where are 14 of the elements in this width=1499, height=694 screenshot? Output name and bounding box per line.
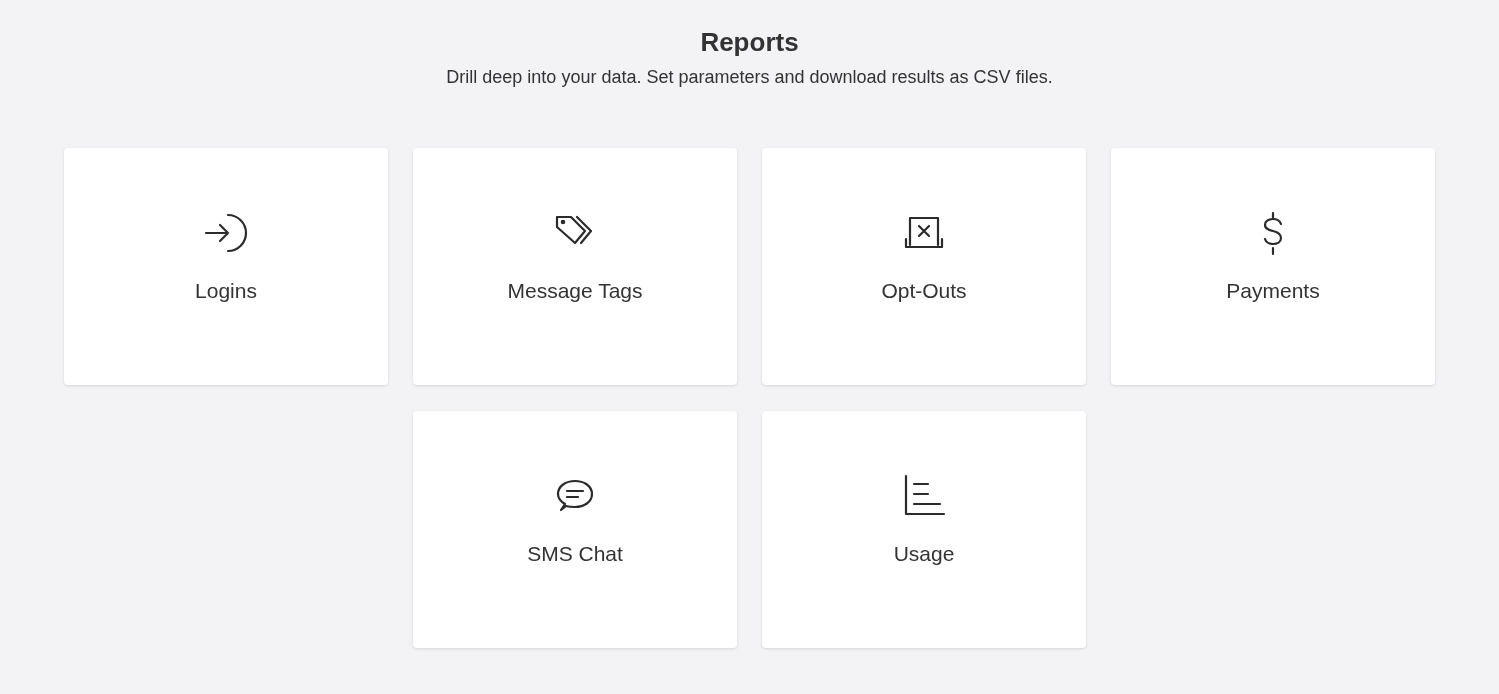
report-card[interactable]: Opt-Outs [762,148,1086,385]
report-label: Message Tags [507,279,643,303]
report-card[interactable]: Usage [762,411,1086,648]
report-card[interactable]: Logins [64,148,388,385]
report-label: Payments [1226,279,1320,303]
report-card[interactable]: Message Tags [413,148,737,385]
report-card[interactable]: SMS Chat [413,411,737,648]
report-label: SMS Chat [527,542,623,566]
page-subtitle: Drill deep into your data. Set parameters and download results as CSV files. [446,66,1053,88]
page-title: Reports [700,26,799,58]
report-card[interactable]: Payments [1111,148,1435,385]
report-label: Opt-Outs [881,279,967,303]
report-label: Logins [195,279,257,303]
report-label: Usage [893,542,955,566]
